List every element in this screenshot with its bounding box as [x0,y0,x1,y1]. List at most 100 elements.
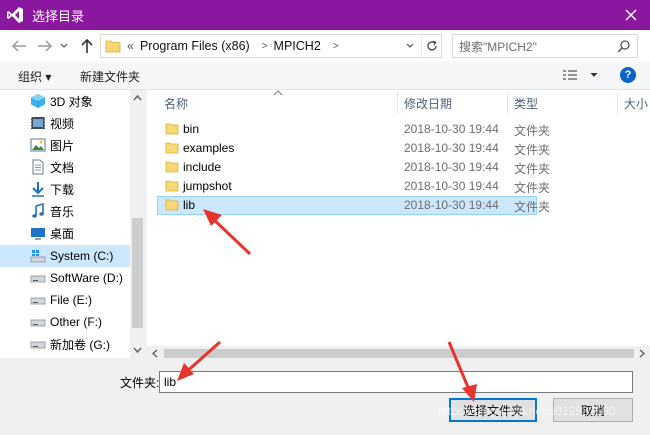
sidebar-item-label: 文档 [50,160,75,175]
arrow-left-icon [11,40,26,52]
folder-icon [165,199,179,211]
chevron-right-icon[interactable]: > [333,41,339,52]
sidebar-item-label: 视频 [50,116,75,131]
column-divider[interactable] [617,92,618,114]
file-row-lib[interactable]: lib 2018-10-30 19:44 文件夹 [157,196,550,215]
refresh-icon [426,40,437,51]
breadcrumb-program-files[interactable]: Program Files (x86) [140,39,250,53]
file-modified: 2018-10-30 19:44 [404,198,499,212]
breadcrumb-mpich2[interactable]: MPICH2 [274,39,321,53]
visual-studio-icon [7,7,23,23]
folder-icon [165,142,179,154]
organize-menu[interactable]: 组织 ▾ [18,68,51,85]
video-icon [30,115,46,131]
scroll-up-icon[interactable] [130,92,145,104]
file-modified: 2018-10-30 19:44 [404,122,499,136]
sidebar-item-downloads[interactable]: 下载 [0,178,130,200]
sidebar-item-new-volume-g[interactable]: 新加卷 (G:) [0,333,130,355]
file-type: 文件夹 [514,181,551,195]
forward-button[interactable] [34,36,56,56]
folder-name-input[interactable]: lib [159,371,633,393]
sidebar-item-label: System (C:) [50,249,114,263]
search-placeholder: 搜索"MPICH2" [459,39,537,54]
title-bar: 选择目录 [0,0,650,30]
sidebar-scrollbar[interactable] [130,90,145,358]
arrow-right-icon [38,40,53,52]
column-divider[interactable] [507,92,508,114]
navigation-bar: « Program Files (x86) > MPICH2 > 搜索"MPIC… [0,30,650,62]
help-button[interactable]: ? [620,67,636,83]
sidebar-item-label: SoftWare (D:) [50,271,123,285]
navigation-pane: 3D 对象 视频 图片 文档 下载 音乐 桌面 System (C:) Soft… [0,90,145,358]
folder-field-row: 文件夹: lib [0,362,650,402]
music-icon [30,203,46,219]
folder-field-label: 文件夹: [120,376,160,390]
address-overflow[interactable]: « [127,39,134,53]
scrollbar-thumb[interactable] [164,349,634,358]
search-input[interactable]: 搜索"MPICH2" [452,34,638,58]
drive-icon [30,314,46,330]
sidebar-item-label: File (E:) [50,293,92,307]
3d-objects-icon [30,93,46,109]
sort-ascending-icon [273,90,283,96]
select-folder-button[interactable]: 选择文件夹 [449,398,537,422]
address-history-button[interactable] [403,36,417,56]
column-divider[interactable] [397,92,398,114]
download-icon [30,181,46,197]
scrollbar-thumb[interactable] [132,218,143,328]
sidebar-item-label: Other (F:) [50,315,103,329]
file-list-horizontal-scrollbar[interactable] [147,346,650,361]
drive-icon [30,292,46,308]
column-header-size[interactable]: 大小 [624,90,648,116]
arrow-up-icon [81,38,93,53]
chevron-right-icon[interactable]: > [262,41,268,52]
folder-icon [165,123,179,135]
column-header-name[interactable]: 名称 [164,90,188,116]
sidebar-item-3d-objects[interactable]: 3D 对象 [0,90,130,112]
view-options-button[interactable] [562,69,598,81]
search-icon [617,40,630,53]
file-name: bin [183,122,200,136]
file-type: 文件夹 [514,200,551,214]
pictures-icon [30,137,46,153]
sidebar-item-documents[interactable]: 文档 [0,156,130,178]
close-icon[interactable] [620,4,642,26]
new-folder-button[interactable]: 新建文件夹 [80,68,140,85]
sidebar-item-other-f[interactable]: Other (F:) [0,311,130,333]
recent-locations-button[interactable] [58,36,70,56]
sidebar-item-pictures[interactable]: 图片 [0,134,130,156]
scroll-left-icon[interactable] [149,346,161,361]
sidebar-item-music[interactable]: 音乐 [0,200,130,222]
folder-icon [165,161,179,173]
sidebar-item-label: 桌面 [50,226,75,241]
refresh-button[interactable] [421,35,441,57]
sidebar-item-file-e[interactable]: File (E:) [0,289,130,311]
folder-icon [165,180,179,192]
documents-icon [30,159,46,175]
scroll-down-icon[interactable] [130,344,145,356]
address-bar[interactable]: « Program Files (x86) > MPICH2 > [100,34,442,58]
back-button[interactable] [8,36,30,56]
file-type: 文件夹 [514,162,551,176]
desktop-icon [30,225,46,241]
command-toolbar: 组织 ▾ 新建文件夹 ? [0,62,650,90]
scroll-right-icon[interactable] [636,346,648,361]
file-modified: 2018-10-30 19:44 [404,179,499,193]
file-row-examples[interactable]: examples 2018-10-30 19:44 文件夹 [157,139,550,158]
up-button[interactable] [76,36,98,56]
sidebar-item-videos[interactable]: 视频 [0,112,130,134]
column-header-modified[interactable]: 修改日期 [404,90,452,116]
file-row-jumpshot[interactable]: jumpshot 2018-10-30 19:44 文件夹 [157,177,550,196]
sidebar-item-label: 图片 [50,138,75,153]
file-row-include[interactable]: include 2018-10-30 19:44 文件夹 [157,158,550,177]
sidebar-item-desktop[interactable]: 桌面 [0,222,130,244]
sidebar-item-system-c[interactable]: System (C:) [0,245,130,267]
cancel-button[interactable]: 取消 [553,398,633,422]
chevron-down-icon [590,73,598,77]
file-list: 名称 修改日期 类型 大小 bin 2018-10-30 19:44 文件夹 e… [147,90,650,346]
sidebar-item-software-d[interactable]: SoftWare (D:) [0,267,130,289]
sidebar-item-label: 新加卷 (G:) [50,337,110,352]
file-row-bin[interactable]: bin 2018-10-30 19:44 文件夹 [157,120,550,139]
chevron-down-icon [406,43,414,48]
column-header-type[interactable]: 类型 [514,90,538,116]
